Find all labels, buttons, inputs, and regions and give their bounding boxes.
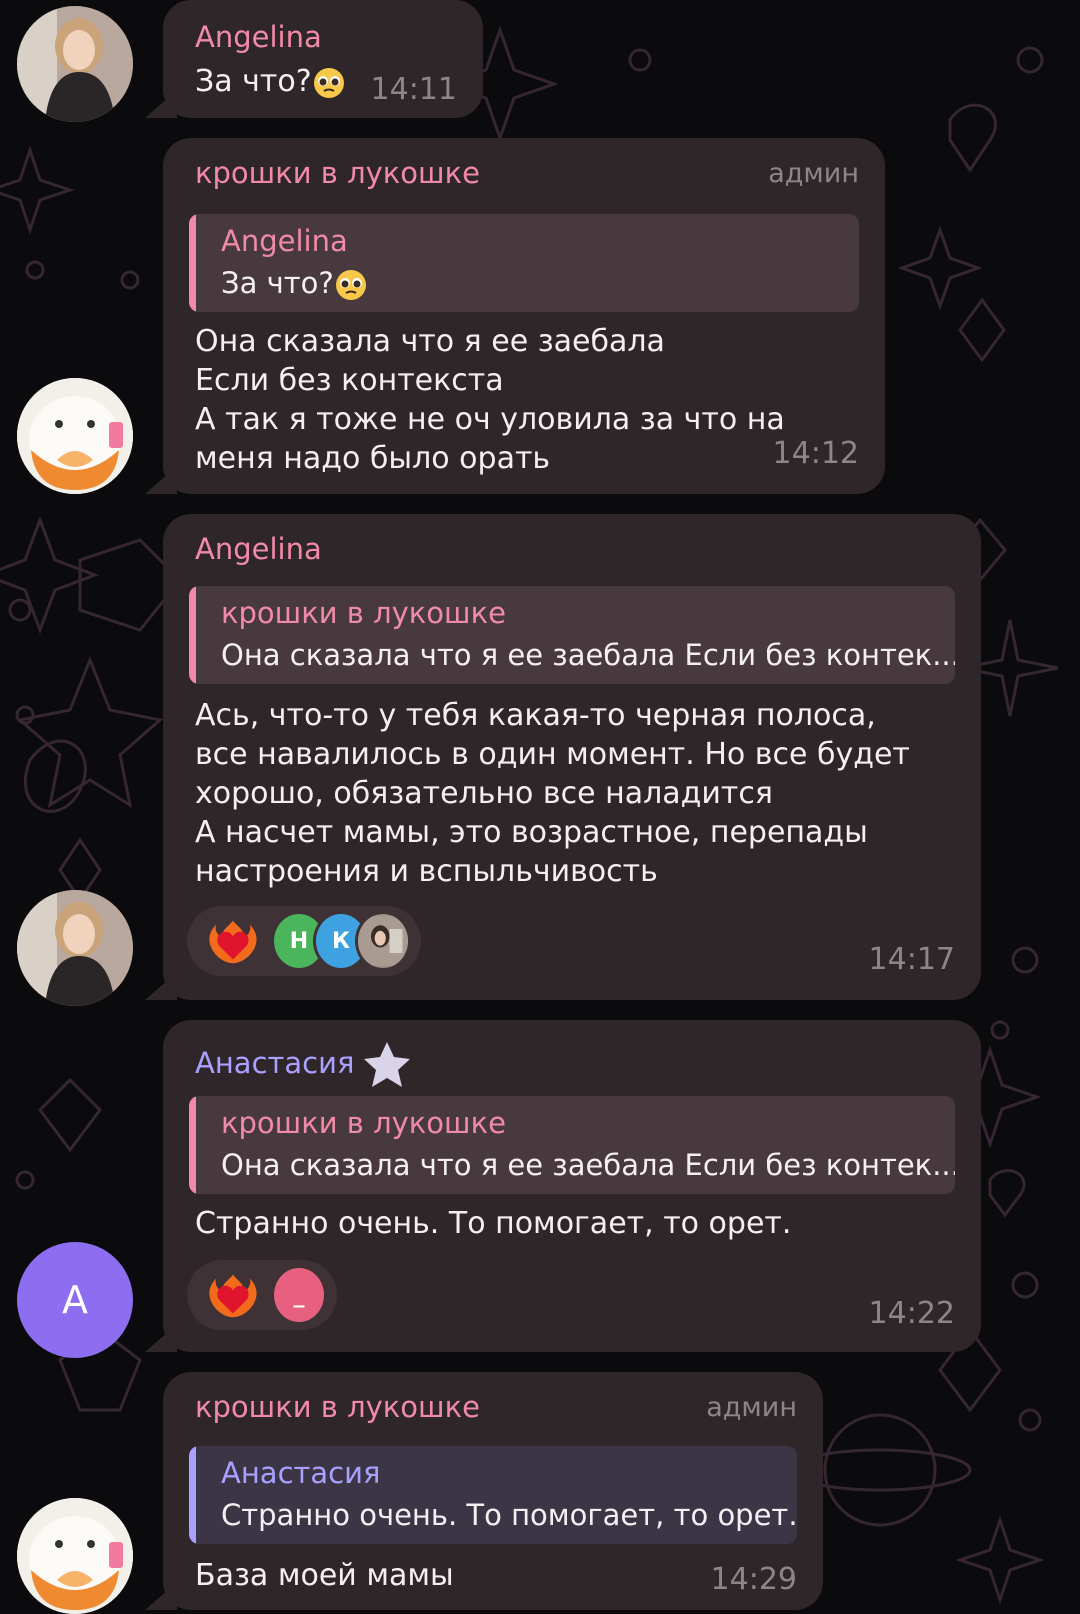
reply-quote[interactable]: Angelina За что?: [189, 214, 859, 312]
reply-text: Странно очень. То помогает, то орет.: [221, 1498, 797, 1532]
avatar-group-admin[interactable]: [17, 1498, 133, 1614]
message-2[interactable]: крошки в лукошке админ Angelina За что? …: [0, 138, 1080, 498]
reply-sender: Angelina: [221, 224, 348, 258]
message-bubble[interactable]: Angelina За что? 14:11: [163, 0, 483, 118]
message-bubble[interactable]: крошки в лукошке админ Angelina За что? …: [163, 138, 885, 494]
heart-on-fire-icon[interactable]: [207, 913, 259, 969]
message-time: 14:11: [370, 72, 457, 107]
plush-avatar-icon: [17, 378, 133, 494]
sender-name[interactable]: крошки в лукошке: [195, 156, 480, 190]
avatar-photo-icon: [17, 890, 133, 1006]
message-bubble[interactable]: Анастасия крошки в лукошке Она сказала ч…: [163, 1020, 981, 1352]
message-text: За что?: [195, 62, 346, 101]
reply-text: За что?: [221, 266, 368, 302]
sender-name[interactable]: Angelina: [195, 20, 322, 54]
message-text: Она сказала что я ее заебала Если без ко…: [195, 324, 785, 476]
reply-text: Она сказала что я ее заебала Если без ко…: [221, 638, 955, 672]
reactions-bar[interactable]: Н К: [187, 906, 421, 976]
reply-quote[interactable]: Анастасия Странно очень. То помогает, то…: [189, 1446, 797, 1544]
message-time: 14:22: [868, 1296, 955, 1331]
message-time: 14:17: [868, 942, 955, 977]
plush-avatar-icon: [17, 1498, 133, 1614]
user-photo-icon: [357, 915, 408, 967]
message-5[interactable]: крошки в лукошке админ Анастасия Странно…: [0, 1372, 1080, 1614]
star-icon: [364, 1042, 411, 1087]
admin-badge: админ: [706, 1392, 797, 1423]
reply-text-content: За что?: [221, 266, 334, 300]
reactions-bar[interactable]: _: [187, 1260, 337, 1330]
reply-quote[interactable]: крошки в лукошке Она сказала что я ее за…: [189, 1096, 955, 1194]
message-3[interactable]: Angelina крошки в лукошке Она сказала чт…: [0, 514, 1080, 1006]
message-text: База моей мамы: [195, 1558, 454, 1593]
heart-on-fire-icon[interactable]: [207, 1267, 259, 1323]
pleading-face-icon: [335, 270, 366, 300]
reply-sender: крошки в лукошке: [221, 596, 506, 630]
sender-name-text: Анастасия: [195, 1046, 355, 1080]
message-time: 14:29: [710, 1562, 797, 1597]
message-time: 14:12: [772, 436, 859, 471]
avatar-group-admin[interactable]: [17, 378, 133, 494]
reply-text: Она сказала что я ее заебала Если без ко…: [221, 1148, 955, 1182]
sender-name[interactable]: крошки в лукошке: [195, 1390, 480, 1424]
reaction-user-avatar-photo[interactable]: [354, 911, 411, 971]
avatar-photo-icon: [17, 6, 133, 122]
reply-quote[interactable]: крошки в лукошке Она сказала что я ее за…: [189, 586, 955, 684]
reaction-user-avatar[interactable]: _: [270, 1265, 327, 1325]
message-text: Странно очень. То помогает, то орет.: [195, 1206, 792, 1241]
message-bubble[interactable]: Angelina крошки в лукошке Она сказала чт…: [163, 514, 981, 1000]
sender-name[interactable]: Angelina: [195, 532, 322, 566]
sender-name[interactable]: Анастасия: [195, 1038, 414, 1092]
message-text: Ась, что-то у тебя какая-то черная полос…: [195, 698, 910, 889]
message-4[interactable]: А Анастасия крошки в лукошке Она сказала…: [0, 1020, 1080, 1360]
reply-sender: Анастасия: [221, 1456, 381, 1490]
message-text-content: За что?: [195, 64, 312, 99]
reply-sender: крошки в лукошке: [221, 1106, 506, 1140]
admin-badge: админ: [768, 158, 859, 189]
avatar-angelina[interactable]: [17, 890, 133, 1006]
avatar-letter: А: [62, 1278, 88, 1322]
avatar-angelina[interactable]: [17, 6, 133, 122]
pleading-face-icon: [313, 67, 344, 98]
avatar-anastasia[interactable]: А: [17, 1242, 133, 1358]
message-1[interactable]: Angelina За что? 14:11: [0, 0, 1080, 126]
message-bubble[interactable]: крошки в лукошке админ Анастасия Странно…: [163, 1372, 823, 1610]
